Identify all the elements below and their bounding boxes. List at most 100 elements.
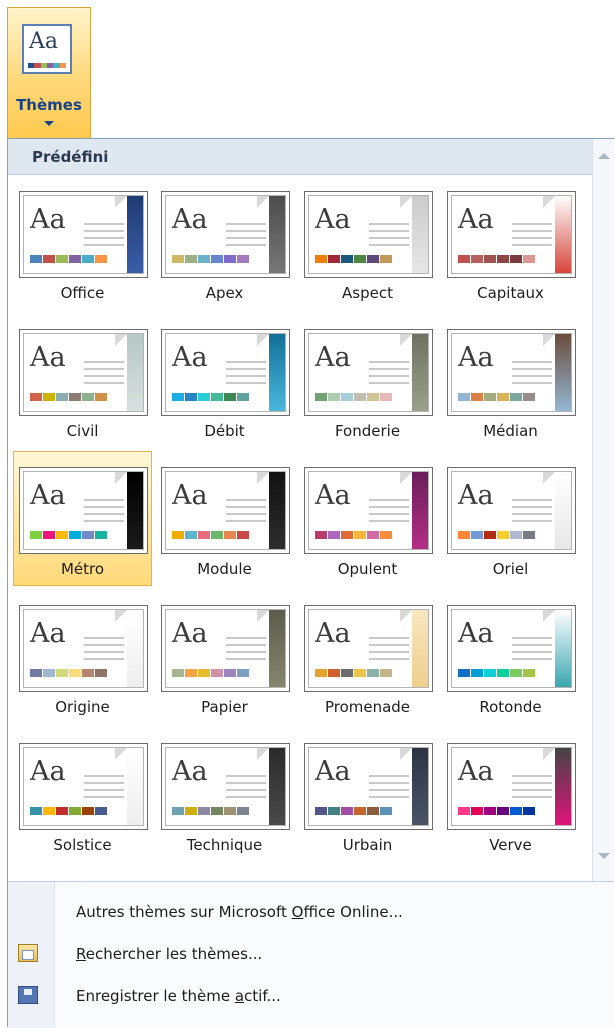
theme-color-swatches [172,669,250,677]
color-swatch [315,255,327,263]
theme-tile[interactable]: Aa Apex [155,175,294,310]
color-swatch [497,669,509,677]
theme-tile[interactable]: Aa Opulent [298,451,437,586]
theme-name-label: Débit [204,422,245,440]
theme-tile[interactable]: Aa Verve [441,727,580,862]
theme-tile[interactable]: Aa Débit [155,313,294,448]
theme-tile[interactable]: Aa Capitaux [441,175,580,310]
theme-name-label: Fonderie [334,422,401,440]
theme-tile[interactable]: Aa Rotonde [441,589,580,724]
theme-sample-text: Aa [30,204,66,235]
menu-item-save-current-theme[interactable]: Enregistrer le thème actif... [18,976,614,1016]
color-swatch [211,393,223,401]
color-swatch [367,255,379,263]
menu-item-browse-themes[interactable]: Rechercher les thèmes... [18,934,614,974]
theme-tile[interactable]: Aa Aspect [298,175,437,310]
theme-preview-thumbnail: Aa [447,191,576,278]
theme-accent-bar [412,472,428,549]
theme-preview-thumbnail: Aa [161,329,290,416]
gallery-section-header: Prédéfini [8,139,592,175]
color-swatch [224,669,236,677]
color-swatch [43,669,55,677]
theme-preview-thumbnail: Aa [19,743,148,830]
theme-color-swatches [30,531,108,539]
page-fold-icon [115,334,127,346]
theme-accent-bar [412,196,428,273]
theme-tile[interactable]: Aa Papier [155,589,294,724]
color-swatch [497,393,509,401]
theme-tile[interactable]: Aa Médian [441,313,580,448]
theme-name-label: Technique [186,836,263,854]
theme-preview-page: Aa [451,747,572,826]
color-swatch [341,807,353,815]
theme-accent-bar [412,334,428,411]
scroll-down-arrow-icon[interactable] [598,853,610,859]
theme-preview-page: Aa [165,609,286,688]
theme-color-swatches [458,807,536,815]
color-swatch [484,393,496,401]
theme-text-lines [512,361,552,389]
theme-preview-thumbnail: Aa [161,605,290,692]
theme-accent-bar [127,610,143,687]
color-swatch [185,669,197,677]
theme-tile[interactable]: Aa Office [13,175,152,310]
page-fold-icon [543,196,555,208]
color-swatch [328,531,340,539]
color-swatch [341,669,353,677]
theme-color-swatches [315,669,393,677]
theme-preview-page: Aa [165,195,286,274]
page-fold-icon [115,196,127,208]
theme-text-lines [512,499,552,527]
theme-preview-thumbnail: Aa [19,191,148,278]
theme-tile[interactable]: Aa Fonderie [298,313,437,448]
theme-tile[interactable]: Aa Origine [13,589,152,724]
color-swatch [224,255,236,263]
theme-tile[interactable]: Aa Civil [13,313,152,448]
theme-sample-text: Aa [30,756,66,787]
theme-tile[interactable]: Aa Promenade [298,589,437,724]
color-swatch [510,807,522,815]
color-swatch [198,531,210,539]
color-swatch [380,393,392,401]
theme-text-lines [512,637,552,665]
browse-folder-icon [18,944,38,962]
scroll-up-arrow-icon[interactable] [598,153,610,159]
page-fold-icon [115,472,127,484]
theme-color-swatches [172,531,250,539]
color-swatch [185,393,197,401]
theme-tile[interactable]: Aa Technique [155,727,294,862]
color-swatch [172,669,184,677]
theme-preview-page: Aa [23,609,144,688]
theme-tile[interactable]: Aa Module [155,451,294,586]
page-fold-icon [257,610,269,622]
theme-tile[interactable]: Aa Oriel [441,451,580,586]
theme-accent-bar [412,610,428,687]
color-swatch [471,807,483,815]
color-swatch [367,393,379,401]
menu-item-more-themes-online[interactable]: Autres thèmes sur Microsoft Office Onlin… [54,892,614,932]
theme-sample-text: Aa [458,756,494,787]
color-swatch [523,393,535,401]
theme-tile[interactable]: Aa Métro [13,451,152,586]
menu-item-label: Rechercher les thèmes... [76,945,263,963]
page-fold-icon [543,334,555,346]
themes-button[interactable]: Aa Thèmes [7,7,91,139]
themes-dropdown-panel: Prédéfini Aa Office Aa Apex Aa Aspect Aa Capita… [7,138,614,1028]
gallery-scrollbar[interactable] [592,139,614,881]
theme-tile[interactable]: Aa Solstice [13,727,152,862]
color-swatch [328,669,340,677]
theme-name-label: Promenade [324,698,411,716]
theme-preview-thumbnail: Aa [19,467,148,554]
theme-preview-thumbnail: Aa [304,329,433,416]
color-swatch [315,531,327,539]
theme-tile[interactable]: Aa Urbain [298,727,437,862]
color-swatch [510,255,522,263]
theme-sample-text: Aa [315,756,351,787]
color-swatch [56,669,68,677]
color-swatch [172,531,184,539]
page-fold-icon [400,472,412,484]
color-swatch [172,255,184,263]
theme-sample-text: Aa [458,342,494,373]
color-swatch [30,393,42,401]
theme-sample-text: Aa [458,204,494,235]
